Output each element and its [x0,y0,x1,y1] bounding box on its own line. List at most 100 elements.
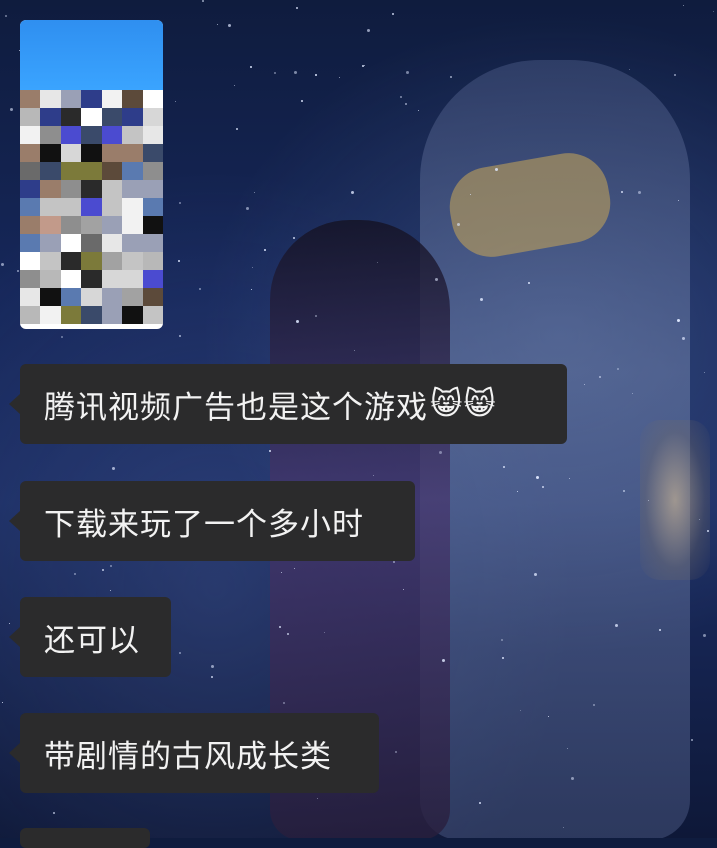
mosaic-pixel [20,108,41,126]
mosaic-pixel [101,288,123,306]
star [315,74,317,76]
mosaic-pixel [142,108,163,126]
star [528,282,530,284]
star [324,632,325,633]
mosaic-pixel [20,180,41,198]
star [175,101,176,102]
star [367,29,370,32]
star [593,704,595,706]
star [674,74,676,76]
star [632,393,633,394]
mosaic-pixel [122,162,143,180]
mosaic-pixel [142,234,163,252]
star [217,24,218,25]
star [9,623,10,624]
cat-face-emoji-icon: 😸😸 [430,386,497,422]
mosaic-pixel [101,198,123,216]
star [599,376,601,378]
star [296,320,299,323]
mosaic-pixel [81,306,102,324]
star [377,262,378,263]
star [234,85,235,86]
mosaic-pixel [81,198,102,216]
star [236,128,238,130]
star [629,69,630,70]
message-bubble[interactable]: 下载来玩了一个多小时 [9,481,415,561]
star [520,710,521,711]
mosaic-pixel [122,252,143,270]
star [179,335,181,337]
star [418,110,419,111]
star [5,15,7,17]
mosaic-pixel [60,198,82,216]
mosaic-pixel [122,90,143,108]
mosaic-pixel [101,270,123,288]
mosaic-pixel [20,198,41,216]
mosaic-pixel [101,216,123,234]
star [713,11,714,12]
star [534,573,537,576]
star [339,77,340,78]
mosaic-pixel [60,180,82,198]
star [536,476,539,479]
star [480,298,483,301]
message-text: 还可以 [44,622,140,659]
mosaic-pixel [81,90,102,108]
mosaic-pixel [40,162,61,180]
star [479,802,481,804]
star [567,748,568,749]
mosaic-pixel [40,180,61,198]
star [102,569,104,571]
star [315,315,317,317]
mosaic-pixel [142,216,163,234]
mosaic-pixel [122,288,143,306]
star [457,223,460,226]
star [435,278,438,281]
mosaic-pixel [142,90,163,108]
message-bubble[interactable]: 还可以 [9,597,171,677]
mosaic-pixel [142,288,163,306]
message-bubble[interactable]: 腾讯视频广告也是这个游戏 😸😸 [9,364,567,444]
star [264,249,266,251]
star [403,589,404,590]
star [704,372,705,373]
star [563,827,564,828]
star [110,565,112,567]
star [293,237,295,239]
mosaic-pixel [60,270,82,288]
mosaic-pixel [60,288,82,306]
star [678,200,679,201]
mosaic-pixel [20,306,41,324]
mosaic-pixel [142,270,163,288]
star [246,207,249,210]
mosaic-pixel [122,306,143,324]
message-bubble[interactable]: 带剧情的古风成长类 [9,713,379,793]
star [638,191,641,194]
message-text: 带剧情的古风成长类 [44,738,332,775]
mosaic-pixel [60,144,82,162]
mosaic-pixel [81,162,102,180]
star [281,572,282,573]
star [178,260,180,262]
message-bubble-partial[interactable] [20,828,150,848]
mosaic-pixel [20,288,41,306]
mosaic-pixel [40,216,61,234]
mosaic-pixel [60,234,82,252]
mosaic-pixel [60,108,82,126]
star [450,76,452,78]
mosaic-pixel [142,252,163,270]
star [439,451,442,454]
image-message-thumbnail[interactable] [20,20,163,329]
message-text: 下载来玩了一个多小时 [44,506,364,543]
star [269,450,271,452]
star [202,0,204,2]
mosaic-pixel [40,90,61,108]
star [405,103,407,105]
star [274,72,276,74]
mosaic-pixel [60,216,82,234]
mosaic-pixel [20,144,41,162]
mosaic-pixel [101,162,123,180]
mosaic-pixel [20,216,41,234]
mosaic-pixel [142,198,163,216]
mosaic-pixel [60,90,82,108]
